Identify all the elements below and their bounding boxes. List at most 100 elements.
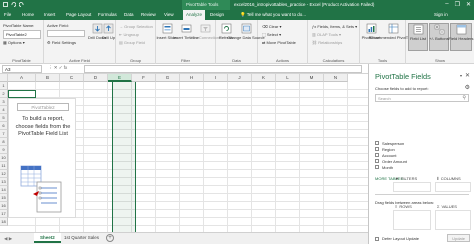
- column-header[interactable]: C: [60, 74, 84, 82]
- row-header[interactable]: 3: [0, 98, 8, 106]
- row-header[interactable]: 18: [0, 218, 8, 226]
- add-sheet-button[interactable]: +: [106, 234, 114, 242]
- olap-tools-button[interactable]: ▥ OLAP Tools ▾: [312, 32, 341, 37]
- field-list-toggle[interactable]: Field List: [408, 23, 428, 51]
- clear-button[interactable]: ⌫ Clear ▾: [262, 24, 281, 29]
- row-header[interactable]: 5: [0, 114, 8, 122]
- column-header[interactable]: D: [84, 74, 108, 82]
- sheet-tab-sheet2[interactable]: Sheet2: [34, 233, 61, 243]
- column-header[interactable]: M: [300, 74, 324, 82]
- column-header[interactable]: F: [132, 74, 156, 82]
- tab-insert[interactable]: Insert: [44, 12, 55, 17]
- row-header[interactable]: 13: [0, 178, 8, 186]
- pane-gear-icon[interactable]: ⚙: [465, 84, 470, 91]
- minimize-button[interactable]: –: [445, 1, 448, 8]
- tab-page-layout[interactable]: Page Layout: [66, 12, 91, 17]
- row-header[interactable]: 9: [0, 146, 8, 154]
- column-header[interactable]: I: [204, 74, 228, 82]
- sheet-nav-arrows[interactable]: ◀ ▶: [4, 236, 12, 242]
- filters-drop-area[interactable]: [393, 182, 431, 192]
- row-header[interactable]: 11: [0, 162, 8, 170]
- column-header[interactable]: B: [36, 74, 60, 82]
- tab-design[interactable]: Design: [210, 12, 224, 17]
- relationships-button[interactable]: ⛓ Relationships: [312, 40, 342, 45]
- column-header[interactable]: G: [156, 74, 180, 82]
- sheet-tab-1st-quarter-sales[interactable]: 1st Quarter Sales: [58, 233, 105, 243]
- row-header[interactable]: 2: [0, 90, 8, 98]
- row-header[interactable]: 15: [0, 194, 8, 202]
- field-headers-toggle[interactable]: Field Headers: [449, 23, 473, 51]
- field-settings-button[interactable]: ⚙ Field Settings: [47, 40, 76, 45]
- tab-view[interactable]: View: [164, 12, 174, 17]
- move-pivottable-button[interactable]: ⇄ Move PivotTable: [262, 40, 296, 45]
- columns-drop-area[interactable]: [435, 182, 471, 192]
- tell-me-search[interactable]: 💡 Tell me what you want to do...: [240, 12, 306, 18]
- row-header[interactable]: 14: [0, 186, 8, 194]
- tab-review[interactable]: Review: [141, 12, 156, 17]
- rows-area-header: ≡ ROWS: [395, 204, 412, 209]
- row-header[interactable]: 17: [0, 210, 8, 218]
- redo-icon[interactable]: [18, 2, 24, 7]
- tab-analyze[interactable]: Analyze: [183, 10, 206, 20]
- worksheet-grid[interactable]: ABCDEFGHIJKLMN 1 2 3 4 5 6 7 8 9 10 11 12 13 14 15 16 17…: [0, 74, 368, 232]
- checkbox[interactable]: [375, 141, 379, 145]
- formula-input[interactable]: [84, 65, 362, 73]
- tab-data[interactable]: Data: [124, 12, 134, 17]
- undo-icon[interactable]: [11, 2, 17, 7]
- active-cell[interactable]: [8, 90, 36, 98]
- recommended-pivottables-button[interactable]: Recommended PivotTables: [369, 23, 417, 40]
- sign-in-link[interactable]: Sign in: [434, 12, 448, 17]
- column-header[interactable]: E: [108, 74, 132, 82]
- column-header[interactable]: H: [180, 74, 204, 82]
- group-field-button[interactable]: ▤ Group Field: [119, 40, 145, 45]
- select-button[interactable]: ⬚ Select ▾: [262, 32, 281, 37]
- group-selection-button[interactable]: → Group Selection: [119, 24, 153, 29]
- column-header[interactable]: J: [228, 74, 252, 82]
- row-header[interactable]: 10: [0, 154, 8, 162]
- row-header[interactable]: 1: [0, 82, 8, 90]
- fields-items-sets-button[interactable]: ƒx Fields, Items, & Sets ▾: [312, 24, 357, 29]
- defer-checkbox[interactable]: [375, 236, 379, 241]
- pane-close-icon[interactable]: ✕: [465, 72, 470, 79]
- row-header[interactable]: 12: [0, 170, 8, 178]
- options-button[interactable]: ▦ Options ▾: [3, 40, 25, 45]
- defer-layout-update[interactable]: Defer Layout Update: [375, 236, 419, 241]
- change-data-source-button[interactable]: Change Data Source: [227, 23, 265, 40]
- pivottable-name-input[interactable]: PivotTable2: [3, 30, 41, 39]
- name-box[interactable]: A3: [2, 65, 42, 73]
- restore-button[interactable]: ❐: [455, 1, 460, 8]
- save-icon[interactable]: [3, 2, 8, 7]
- values-drop-area[interactable]: [435, 210, 471, 230]
- pivottable-placeholder[interactable]: PivotTable2 To build a report, choose fi…: [8, 98, 76, 218]
- filter-connections-button[interactable]: Filter Connections: [189, 23, 221, 40]
- column-header[interactable]: K: [252, 74, 276, 82]
- row-header[interactable]: 6: [0, 122, 8, 130]
- close-button[interactable]: ✕: [466, 1, 471, 8]
- field-item-month[interactable]: Month: [375, 164, 407, 170]
- select-all-corner[interactable]: [0, 74, 8, 82]
- checkbox[interactable]: [375, 159, 379, 163]
- update-button[interactable]: Update: [447, 234, 470, 242]
- formula-bar-buttons[interactable]: ⋮ ✕ ✓ fx: [48, 65, 67, 71]
- checkbox[interactable]: [375, 153, 379, 157]
- checkbox[interactable]: [375, 165, 379, 169]
- row-header[interactable]: 7: [0, 130, 8, 138]
- rows-drop-area[interactable]: [393, 210, 431, 230]
- row-header[interactable]: 8: [0, 138, 8, 146]
- tab-home[interactable]: Home: [22, 12, 34, 17]
- field-search-input[interactable]: Search ⚲: [375, 94, 469, 102]
- filter-connections-icon: [200, 24, 210, 33]
- tab-file[interactable]: File: [4, 12, 11, 17]
- column-header[interactable]: L: [276, 74, 300, 82]
- ungroup-button[interactable]: ⇤ Ungroup: [119, 32, 139, 37]
- buttons-toggle[interactable]: +/- Buttons: [429, 23, 449, 51]
- column-header[interactable]: N: [324, 74, 348, 82]
- drill-up-button[interactable]: Drill Up: [102, 23, 115, 40]
- tab-formulas[interactable]: Formulas: [98, 12, 117, 17]
- pane-options-dropdown[interactable]: ▾: [460, 73, 462, 78]
- column-header[interactable]: A: [8, 74, 36, 82]
- active-field-input[interactable]: [47, 30, 85, 37]
- checkbox[interactable]: [375, 147, 379, 151]
- row-header[interactable]: 16: [0, 202, 8, 210]
- row-header[interactable]: 4: [0, 106, 8, 114]
